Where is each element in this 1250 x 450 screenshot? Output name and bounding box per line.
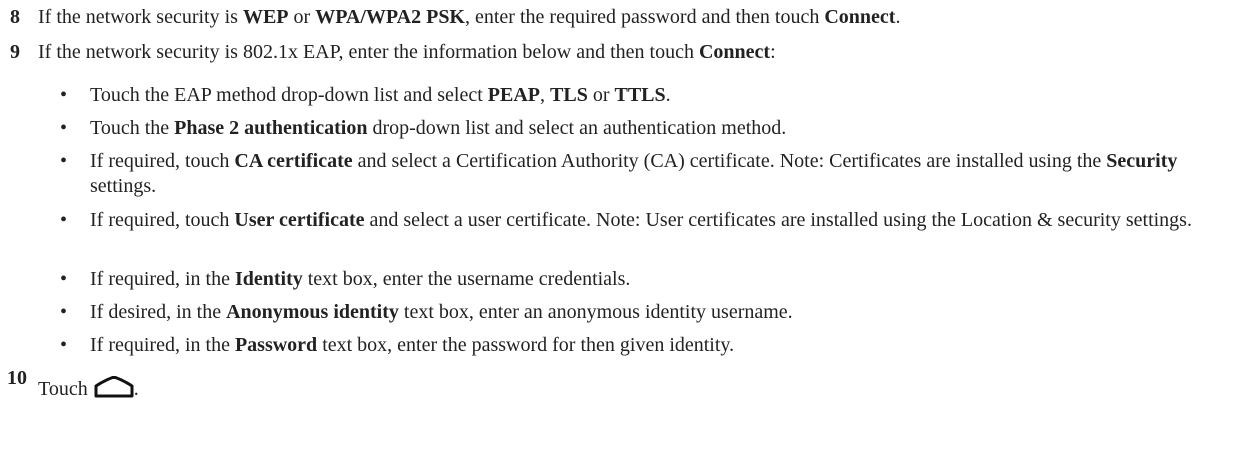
step-text-part: If the network security is 802.1x EAP, e… [38,41,699,63]
list-item: • If required, in the Identity text box,… [60,267,1230,292]
list-item: • Touch the EAP method drop-down list an… [60,83,1230,108]
step-text-part: , enter the required password and then t… [465,6,825,28]
step-text: Touch. [38,375,139,404]
bullet-icon: • [60,334,68,356]
list-item-part: text box, enter an anonymous identity us… [398,301,793,323]
bullet-icon: • [60,150,68,172]
bullet-icon: • [60,209,68,231]
list-item-part: Security [1106,150,1178,172]
list-item-part: Identity [234,268,303,290]
list-item-text: If required, touch CA certificate and se… [90,149,1230,199]
step-number: 8 [10,6,20,28]
step-text-part: . [133,378,139,400]
step-text-part: Connect [824,6,896,28]
step-number: 9 [10,41,20,63]
list-item-part: and select a Certification Authority (CA… [352,150,1107,172]
step-text: If the network security is WEP or WPA/WP… [38,5,900,29]
list-item-part: If required, in the [90,268,235,290]
list-item-part: . [665,84,671,106]
list-item-part: If required, in the [90,334,235,356]
list-item-text: If desired, in the Anonymous identity te… [90,300,1230,325]
step-text-part: Connect [698,41,771,63]
list-item-text: If required, in the Password text box, e… [90,333,1230,358]
step-text-part: : [770,41,776,63]
bullet-icon: • [60,117,68,139]
list-item-part: TLS [550,84,588,106]
bullet-icon: • [60,84,68,106]
step-text-part: or [288,6,316,28]
bullet-icon: • [60,268,68,290]
step-text-part: WEP [242,6,289,28]
list-item-part: Anonymous identity [226,301,399,323]
list-item-part: TTLS [614,84,666,106]
list-item: • If required, in the Password text box,… [60,333,1230,358]
list-item-text: Touch the Phase 2 authentication drop-do… [90,116,1230,141]
step-text-part: If the network security is [38,6,243,28]
list-item-part: text box, enter the username credentials… [302,268,631,290]
list-item-part: and select a user certificate. Note: Use… [364,209,1192,231]
step-text-part: . [895,6,901,28]
home-icon [94,375,134,404]
list-item-part: Touch the [90,117,175,139]
list-item-text: Touch the EAP method drop-down list and … [90,83,1230,108]
list-item-part: User certificate [234,209,365,231]
step-text-part: WPA/WPA2 PSK [315,6,465,28]
list-item: • If required, touch CA certificate and … [60,149,1230,199]
list-item-text: If required, in the Identity text box, e… [90,267,1230,292]
list-item: • Touch the Phase 2 authentication drop-… [60,116,1230,141]
step-text: If the network security is 802.1x EAP, e… [38,40,776,64]
list-item-part: If desired, in the [90,301,227,323]
list-item-part: , [540,84,551,106]
list-item-part: Phase 2 authentication [174,117,368,139]
list-item-part: If required, touch [90,209,235,231]
list-item-part: CA certificate [234,150,353,172]
list-item: • If desired, in the Anonymous identity … [60,300,1230,325]
list-item-part: If required, touch [90,150,235,172]
list-item-part: Password [234,334,318,356]
list-item-part: settings. [90,175,157,197]
instructions-document: 8 If the network security is WEP or WPA/… [0,0,1250,450]
list-item-part: or [587,84,615,106]
list-item-part: Touch the EAP method drop-down list and … [90,84,488,106]
list-item: • If required, touch User certificate an… [60,208,1230,233]
bullet-icon: • [60,301,68,323]
list-item-part: drop-down list and select an authenticat… [367,117,787,139]
step-text-part: Touch [38,378,88,400]
list-item-part: PEAP [487,84,541,106]
list-item-part: text box, enter the password for then gi… [317,334,735,356]
list-item-text: If required, touch User certificate and … [90,208,1230,233]
step-number: 10 [7,367,27,389]
